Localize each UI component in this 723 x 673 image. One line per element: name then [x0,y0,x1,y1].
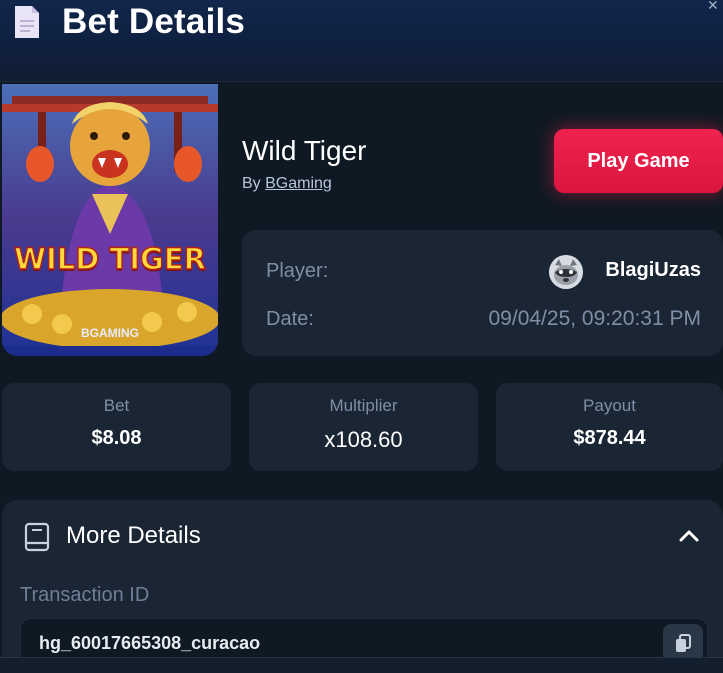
thumbnail-title: WILD TIGER [13,241,206,277]
multiplier-label: Multiplier [329,396,398,415]
multiplier-value: x108.60 [324,427,403,452]
more-details-title[interactable]: More Details [66,522,201,550]
game-thumbnail[interactable]: WILD TIGER BGAMING [2,84,218,356]
book-icon [24,522,50,552]
bet-stat-card: Bet $8.08 [2,383,231,471]
modal-header: Bet Details ✕ [0,0,723,82]
thumbnail-brand: BGAMING [81,326,139,340]
more-details-section: More Details Transaction ID hg_600176653… [2,500,723,673]
payout-label: Payout [583,396,636,415]
bet-value: $8.08 [91,427,142,449]
play-game-button[interactable]: Play Game [554,129,723,193]
tiger-artwork [2,84,218,356]
game-name: Wild Tiger [242,135,367,166]
bet-label: Bet [103,396,130,415]
raccoon-avatar-icon [549,255,583,289]
close-icon[interactable]: ✕ [707,0,721,12]
by-prefix: By [242,175,261,192]
provider-link[interactable]: BGaming [265,175,332,192]
provider-line: By BGaming [242,175,332,193]
player-label: Player: [266,260,329,282]
multiplier-stat-card: Multiplier x108.60 [249,383,478,471]
transaction-id-label: Transaction ID [20,584,150,606]
payout-value: $878.44 [573,427,646,449]
chevron-up-icon[interactable] [677,524,701,548]
bet-info-card: Player: BlagiUzas Date: 09/04/25, 09:20:… [242,230,723,356]
transaction-id-value: hg_60017665308_curacao [39,633,261,653]
date-label: Date: [266,308,314,330]
document-icon [15,6,39,38]
payout-stat-card: Payout $878.44 [496,383,723,471]
page-title: Bet Details [62,2,246,41]
player-name[interactable]: BlagiUzas [605,259,701,282]
date-value: 09/04/25, 09:20:31 PM [488,307,702,330]
avatar[interactable] [549,255,583,289]
bottom-bar [0,657,723,673]
